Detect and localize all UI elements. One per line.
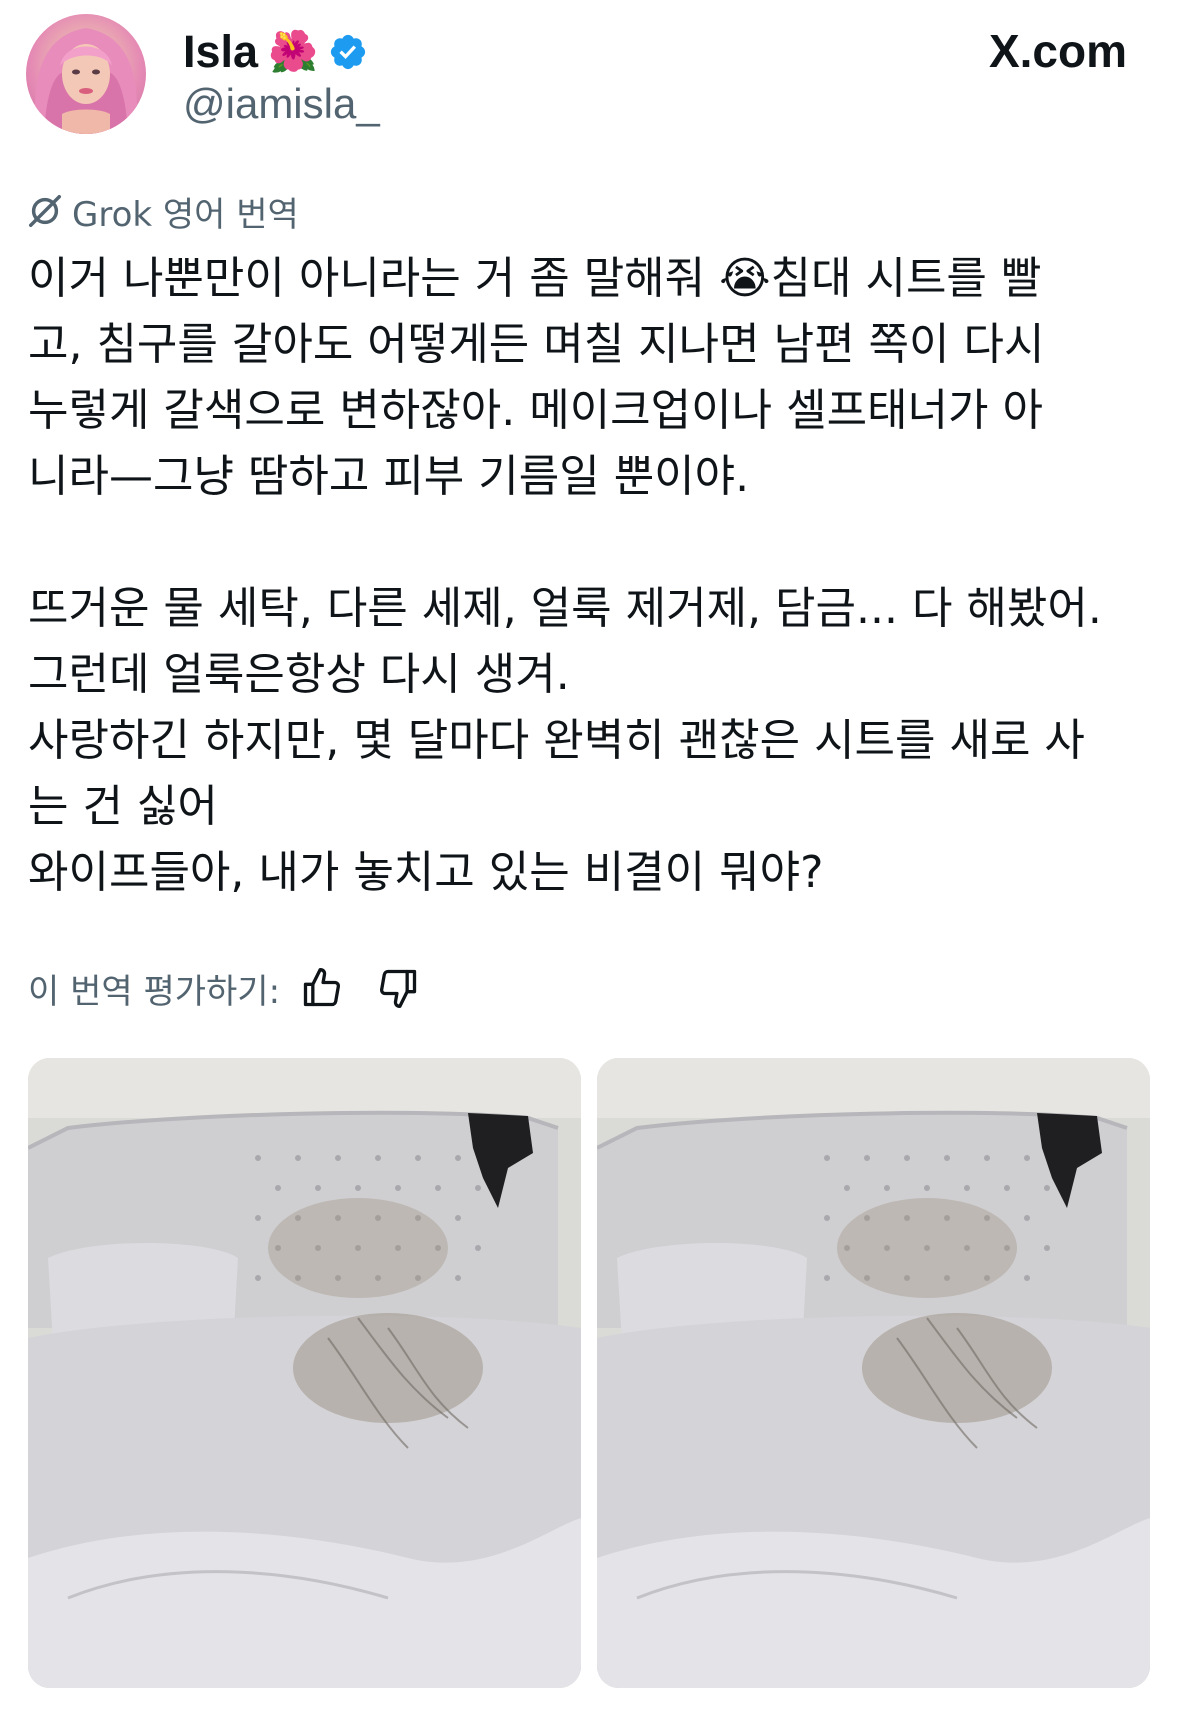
media-image-1[interactable] xyxy=(28,1058,581,1688)
bed-photo xyxy=(28,1058,581,1688)
post-text-line: 는 건 싫어 xyxy=(28,781,218,832)
post-text-line: 그런데 얼룩은항상 다시 생겨. xyxy=(28,649,570,700)
post-text-line: 사랑하긴 하지만, 몇 달마다 완벽히 괜찮은 시트를 새로 사 xyxy=(28,715,1085,766)
translation-label-text: Grok 영어 번역 xyxy=(72,194,299,235)
post-text-line: 이거 나뿐만이 아니라는 거 좀 말해줘 😭침대 시트를 빨 xyxy=(28,253,1042,304)
hibiscus-emoji: 🌺 xyxy=(268,30,318,74)
avatar-image xyxy=(34,28,138,134)
author-avatar[interactable] xyxy=(26,14,146,134)
author-display-name[interactable]: Isla xyxy=(183,26,258,78)
verified-badge-icon xyxy=(328,32,368,72)
post-text-line: 니라—그냥 땀하고 피부 기름일 뿐이야. xyxy=(28,451,750,502)
post-text-line xyxy=(28,510,1153,576)
grok-translation-label[interactable]: Grok 영어 번역 xyxy=(26,186,299,236)
author-handle[interactable]: @iamisla_ xyxy=(183,80,380,128)
post-text-line: 누렇게 갈색으로 변하잖아. 메이크업이나 셀프태너가 아 xyxy=(28,385,1043,436)
post-text-line: 와이프들아, 내가 놓치고 있는 비결이 뭐야? xyxy=(28,847,824,898)
post-text-line: 고, 침구를 갈아도 어떻게든 며칠 지나면 남편 쪽이 다시 xyxy=(28,319,1045,370)
post-text: 이거 나뿐만이 아니라는 거 좀 말해줘 😭침대 시트를 빨 고, 침구를 갈아… xyxy=(28,246,1153,906)
rate-translation-label: 이 번역 평가하기: xyxy=(28,971,281,1012)
site-watermark: X.com xyxy=(988,25,1127,77)
rate-translation-row: 이 번역 평가하기: xyxy=(28,958,420,1018)
grok-icon xyxy=(26,192,64,230)
post-text-line: 뜨거운 물 세탁, 다른 세제, 얼룩 제거제, 담금... 다 해봤어. xyxy=(28,583,1102,634)
thumbs-up-icon[interactable] xyxy=(300,966,344,1010)
media-image-2[interactable] xyxy=(597,1058,1150,1688)
bed-photo xyxy=(597,1058,1150,1688)
author-name-row: Isla 🌺 xyxy=(183,24,368,80)
thumbs-down-icon[interactable] xyxy=(376,966,420,1010)
